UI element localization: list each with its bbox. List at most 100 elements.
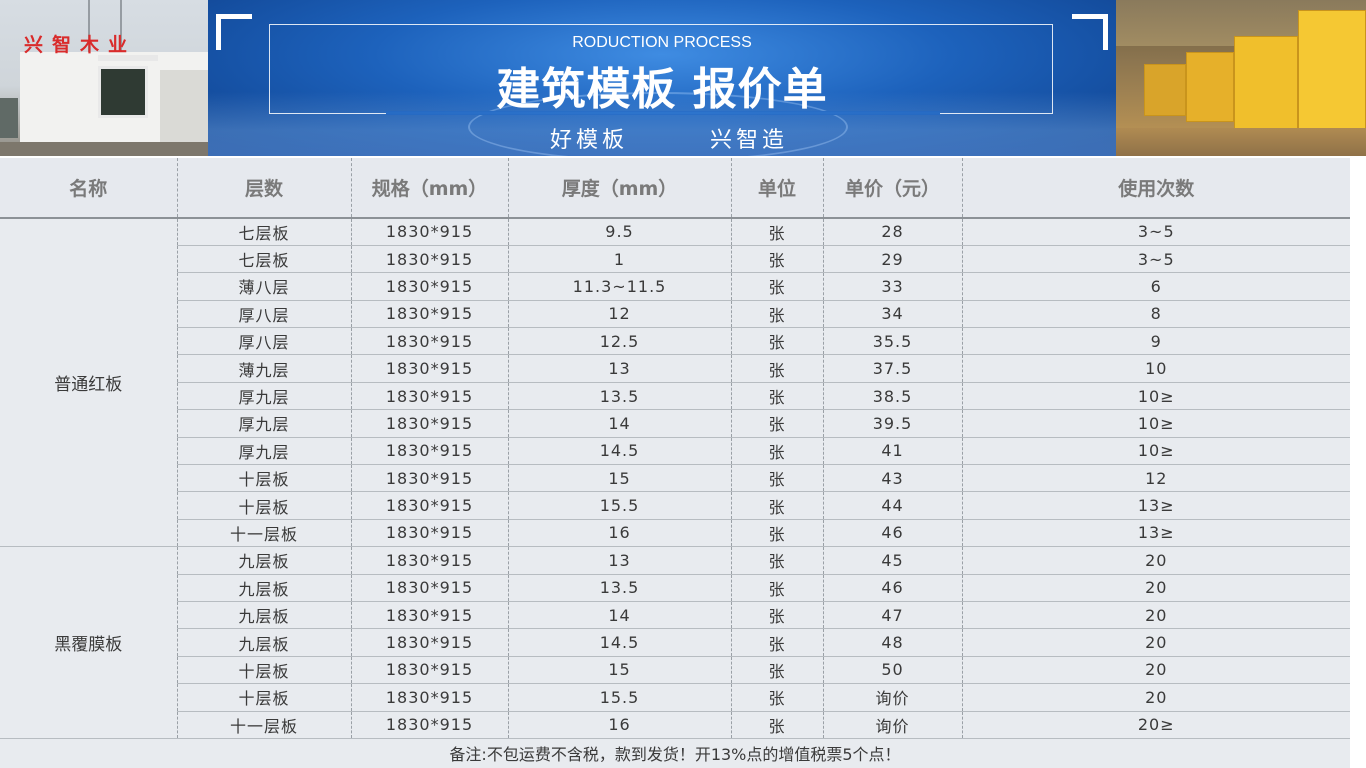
column-header-price: 单价（元） xyxy=(823,158,963,219)
cell-thickness: 14.5 xyxy=(508,628,732,657)
cell-layers: 九层板 xyxy=(177,601,352,630)
cell-layers: 十层板 xyxy=(177,491,352,520)
cell-spec: 1830*915 xyxy=(351,683,509,712)
cell-unit: 张 xyxy=(731,683,824,712)
cell-thickness: 15 xyxy=(508,656,732,685)
cell-thickness: 12.5 xyxy=(508,327,732,356)
cell-price: 48 xyxy=(823,628,963,657)
column-header-uses: 使用次数 xyxy=(962,158,1350,219)
price-table: 名称 层数 规格（mm） 厚度（mm） 单位 单价（元） 使用次数 普通红板 七层… xyxy=(0,158,1350,767)
table-row: 厚九层 1830*915 14 张 39.5 10≥ xyxy=(0,409,1350,438)
cell-spec: 1830*915 xyxy=(351,546,509,575)
cell-price: 47 xyxy=(823,601,963,630)
table-row: 十一层板 1830*915 16 张询价 20≥ xyxy=(0,711,1350,739)
cell-uses: 13≥ xyxy=(962,519,1350,548)
product-group-name: 黑覆膜板 xyxy=(0,546,178,739)
banner-subtitle: RODUCTION PROCESS xyxy=(572,34,752,51)
column-header-spec: 规格（mm） xyxy=(351,158,509,219)
table-row: 黑覆膜板 九层板 1830*915 13 张 45 20 xyxy=(0,546,1350,739)
cell-spec: 1830*915 xyxy=(351,245,509,274)
cell-layers: 七层板 xyxy=(177,218,352,246)
cell-thickness: 14.5 xyxy=(508,437,732,466)
cell-thickness: 16 xyxy=(508,711,732,739)
cell-uses: 20 xyxy=(962,656,1350,685)
cell-unit: 张 xyxy=(731,601,824,630)
cell-unit: 张 xyxy=(731,464,824,493)
cell-uses: 8 xyxy=(962,300,1350,329)
cell-spec: 1830*915 xyxy=(351,409,509,438)
table-row: 厚九层 1830*915 13.5 张 38.5 10≥ xyxy=(0,382,1350,411)
cell-layers: 十层板 xyxy=(177,656,352,685)
column-header-name: 名称 xyxy=(0,158,178,219)
cell-layers: 厚九层 xyxy=(177,382,352,411)
table-row: 十层板 1830*915 15 张 43 12 xyxy=(0,464,1350,493)
cell-thickness: 14 xyxy=(508,601,732,630)
cell-thickness: 16 xyxy=(508,519,732,548)
cell-unit: 张 xyxy=(731,546,824,575)
cell-price: 38.5 xyxy=(823,382,963,411)
cell-thickness: 15.5 xyxy=(508,683,732,712)
table-row: 十层板 1830*915 15.5 张 44 13≥ xyxy=(0,491,1350,520)
cell-spec: 1830*915 xyxy=(351,300,509,329)
column-header-unit: 单位 xyxy=(731,158,824,219)
cell-unit: 张 xyxy=(731,519,824,548)
cell-thickness: 13 xyxy=(508,546,732,575)
cell-thickness: 9.5 xyxy=(508,218,732,246)
cell-thickness: 13.5 xyxy=(508,382,732,411)
cell-layers: 九层板 xyxy=(177,628,352,657)
cell-uses: 20 xyxy=(962,628,1350,657)
cell-price: 44 xyxy=(823,491,963,520)
window-graphic xyxy=(98,66,148,118)
table-note: 备注:不包运费不含税，款到发货！开13%点的增值税票5个点！ xyxy=(0,738,1350,767)
cell-spec: 1830*915 xyxy=(351,464,509,493)
cell-price: 46 xyxy=(823,574,963,602)
cell-thickness: 11.3~11.5 xyxy=(508,272,732,301)
page-header: 兴智木业 RODUCTION PROCESS 建筑模板 报价单 好模板 兴智造 xyxy=(0,0,1366,156)
cell-layers: 十一层板 xyxy=(177,519,352,548)
table-row: 十一层板 1830*915 16 张 46 13≥ xyxy=(0,519,1350,548)
cell-layers: 厚九层 xyxy=(177,437,352,466)
cell-uses: 12 xyxy=(962,464,1350,493)
cell-uses: 3~5 xyxy=(962,245,1350,274)
cell-price: 35.5 xyxy=(823,327,963,356)
cell-price: 29 xyxy=(823,245,963,274)
table-row: 薄九层 1830*915 13 张 37.5 10 xyxy=(0,354,1350,383)
board-stack-graphic xyxy=(1144,64,1186,116)
cell-thickness: 15.5 xyxy=(508,491,732,520)
table-row: 七层板 1830*915 1 张 29 3~5 xyxy=(0,245,1350,274)
page-title: 建筑模板 报价单 xyxy=(496,64,828,115)
cell-price: 33 xyxy=(823,272,963,301)
cell-unit: 张 xyxy=(731,354,824,383)
cell-thickness: 12 xyxy=(508,300,732,329)
cell-layers: 厚九层 xyxy=(177,409,352,438)
price-table-container: 名称 层数 规格（mm） 厚度（mm） 单位 单价（元） 使用次数 普通红板 七层… xyxy=(0,158,1350,768)
cell-spec: 1830*915 xyxy=(351,272,509,301)
cell-spec: 1830*915 xyxy=(351,628,509,657)
table-row: 九层板 1830*915 13.5 张 46 20 xyxy=(0,574,1350,602)
cell-layers: 九层板 xyxy=(177,574,352,602)
cell-price: 41 xyxy=(823,437,963,466)
cell-unit: 张 xyxy=(731,491,824,520)
cell-price: 34 xyxy=(823,300,963,329)
cell-price: 46 xyxy=(823,519,963,548)
cell-thickness: 15 xyxy=(508,464,732,493)
cell-spec: 1830*915 xyxy=(351,711,509,739)
cell-thickness: 13 xyxy=(508,354,732,383)
table-row: 厚九层 1830*915 14.5 张 41 10≥ xyxy=(0,437,1350,466)
column-header-thickness: 厚度（mm） xyxy=(508,158,732,219)
cell-unit: 张 xyxy=(731,327,824,356)
slogan-left: 好模板 xyxy=(550,128,629,153)
cell-layers: 厚八层 xyxy=(177,327,352,356)
cell-spec: 1830*915 xyxy=(351,437,509,466)
cell-layers: 十层板 xyxy=(177,683,352,712)
cell-uses: 20 xyxy=(962,546,1350,575)
cell-spec: 1830*915 xyxy=(351,354,509,383)
cell-uses: 6 xyxy=(962,272,1350,301)
slogan-right: 兴智造 xyxy=(710,128,789,153)
cell-unit: 张 xyxy=(731,382,824,411)
cell-uses: 13≥ xyxy=(962,491,1350,520)
cell-price: 50 xyxy=(823,656,963,685)
column-header-layers: 层数 xyxy=(177,158,352,219)
cell-spec: 1830*915 xyxy=(351,218,509,246)
cell-thickness: 1 xyxy=(508,245,732,274)
